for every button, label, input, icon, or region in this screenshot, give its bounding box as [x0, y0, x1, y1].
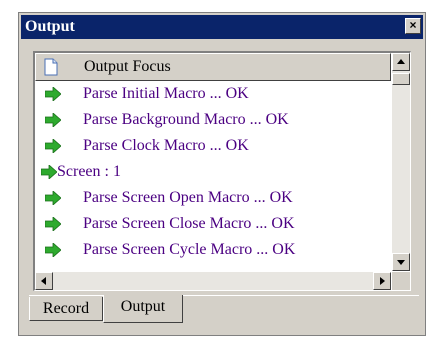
green-arrow-icon — [45, 113, 61, 127]
output-panel: Output × Output Focus Parse Initial Macr… — [18, 12, 426, 336]
vertical-scrollbar[interactable] — [392, 53, 410, 271]
close-button[interactable]: × — [405, 18, 421, 34]
output-focus-label: Output Focus — [84, 58, 171, 75]
list-item[interactable]: Parse Screen Open Macro ... OK — [35, 185, 391, 211]
tab-divider — [29, 295, 419, 296]
titlebar: Output × — [21, 15, 423, 39]
tab-record[interactable]: Record — [29, 297, 103, 321]
scroll-thumb[interactable] — [392, 73, 410, 85]
list-item[interactable]: Parse Background Macro ... OK — [35, 107, 391, 133]
green-arrow-icon — [45, 191, 61, 205]
horizontal-scrollbar[interactable] — [35, 272, 391, 290]
window-title: Output — [25, 18, 75, 35]
document-icon — [44, 58, 58, 76]
tab-record-label: Record — [42, 300, 90, 317]
green-arrow-icon — [45, 139, 61, 153]
green-arrow-icon — [45, 243, 61, 257]
arrow-left-icon — [41, 277, 46, 285]
tab-strip: Record Output — [29, 295, 419, 335]
output-rows: Parse Initial Macro ... OK Parse Backgrou… — [35, 81, 391, 271]
tab-output-label: Output — [120, 298, 166, 315]
list-item[interactable]: Screen : 1 — [35, 159, 391, 185]
output-focus-header[interactable]: Output Focus — [35, 53, 391, 81]
arrow-down-icon — [397, 260, 405, 265]
list-item[interactable]: Parse Initial Macro ... OK — [35, 81, 391, 107]
scroll-right-button[interactable] — [373, 272, 391, 290]
green-arrow-icon — [45, 217, 61, 231]
list-item[interactable]: Parse Screen Cycle Macro ... OK — [35, 237, 391, 263]
arrow-right-icon — [380, 277, 385, 285]
green-arrow-icon — [45, 87, 61, 101]
list-item[interactable]: Parse Screen Close Macro ... OK — [35, 211, 391, 237]
list-item[interactable]: Parse Clock Macro ... OK — [35, 133, 391, 159]
output-list: Output Focus Parse Initial Macro ... OK P… — [33, 51, 411, 291]
list-item-text: Parse Screen Open Macro ... OK — [83, 189, 293, 206]
green-arrow-icon — [41, 165, 57, 179]
scroll-down-button[interactable] — [392, 253, 410, 271]
arrow-up-icon — [397, 59, 405, 64]
list-item-text: Parse Screen Cycle Macro ... OK — [83, 241, 296, 258]
list-item-text: Parse Screen Close Macro ... OK — [83, 215, 295, 232]
close-icon: × — [409, 18, 417, 32]
list-item-text: Parse Clock Macro ... OK — [83, 137, 249, 154]
list-item-text: Parse Background Macro ... OK — [83, 111, 289, 128]
scroll-up-button[interactable] — [392, 53, 410, 71]
tab-output[interactable]: Output — [103, 295, 183, 323]
list-item-text: Screen : 1 — [57, 163, 121, 180]
scroll-left-button[interactable] — [35, 272, 53, 290]
scroll-corner — [392, 272, 410, 290]
list-item-text: Parse Initial Macro ... OK — [83, 85, 249, 102]
